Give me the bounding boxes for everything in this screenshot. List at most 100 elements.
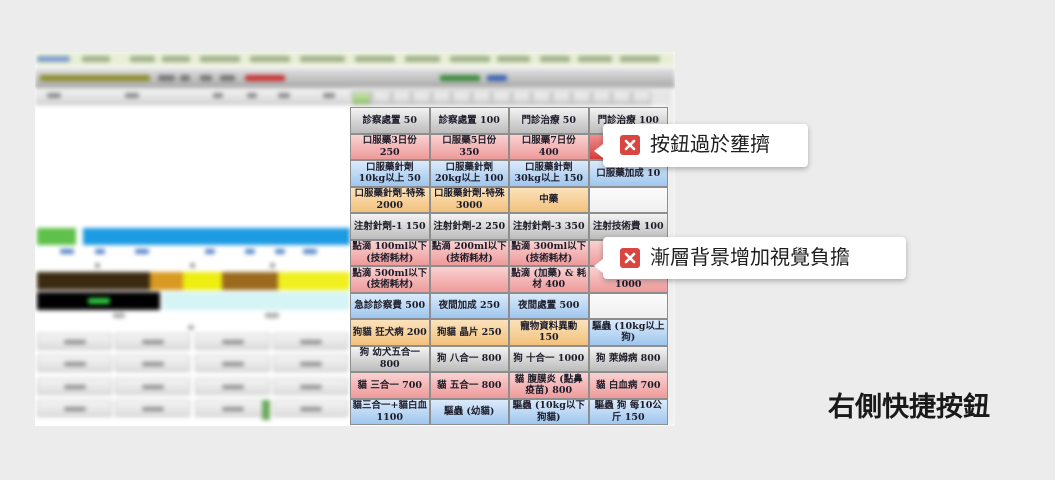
quick-button[interactable]: 診察處置 100 bbox=[429, 107, 509, 134]
tab[interactable] bbox=[532, 91, 551, 105]
quick-button[interactable]: 驅蟲 狗 每10公斤 150 bbox=[588, 398, 668, 425]
quick-button[interactable]: 中藥 bbox=[509, 186, 589, 213]
tab[interactable] bbox=[372, 91, 391, 105]
menu-bar[interactable] bbox=[35, 52, 675, 66]
info-panel bbox=[163, 292, 350, 310]
tab[interactable] bbox=[612, 91, 631, 105]
tab[interactable] bbox=[352, 91, 371, 105]
quick-button[interactable]: 口服藥5日份 350 bbox=[429, 133, 509, 160]
quick-button[interactable]: 驅蟲 (10kg以下狗貓) bbox=[509, 398, 589, 425]
tab[interactable] bbox=[412, 91, 431, 105]
label bbox=[275, 249, 285, 254]
tab[interactable] bbox=[452, 91, 471, 105]
function-button[interactable] bbox=[273, 400, 348, 417]
menu-item[interactable] bbox=[200, 56, 240, 62]
quick-button[interactable]: 注射針劑-3 350 bbox=[509, 213, 589, 240]
tab[interactable] bbox=[432, 91, 451, 105]
menu-item[interactable] bbox=[355, 56, 395, 62]
menu-item[interactable] bbox=[37, 56, 70, 62]
quick-button[interactable]: 注射針劑-1 150 bbox=[350, 213, 430, 240]
quick-button[interactable]: 狗貓 晶片 250 bbox=[429, 319, 509, 346]
green-action-button[interactable] bbox=[37, 228, 76, 245]
toolbar-icon[interactable] bbox=[487, 75, 507, 81]
quick-button[interactable]: 驅蟲 (幼貓) bbox=[429, 398, 509, 425]
quick-button[interactable]: 貓 三合一 700 bbox=[350, 372, 430, 399]
menu-item[interactable] bbox=[300, 56, 345, 62]
quick-button[interactable]: 口服藥針劑-特殊 3000 bbox=[429, 186, 509, 213]
quick-button[interactable]: 注射技術費 100 bbox=[588, 213, 668, 240]
quick-button[interactable]: 狗 八合一 800 bbox=[429, 345, 509, 372]
quick-button[interactable]: 寵物資料異動 150 bbox=[509, 319, 589, 346]
tab[interactable] bbox=[512, 91, 531, 105]
quick-button[interactable]: 狗貓 狂犬病 200 bbox=[350, 319, 430, 346]
function-button[interactable] bbox=[273, 333, 348, 350]
function-button[interactable] bbox=[37, 400, 112, 417]
tab[interactable] bbox=[572, 91, 591, 105]
quick-button[interactable] bbox=[588, 292, 668, 319]
quick-button[interactable]: 點滴 (加藥) & 耗材 400 bbox=[509, 266, 589, 293]
tab[interactable] bbox=[392, 91, 411, 105]
quick-button[interactable]: 貓 腹膜炎 (點鼻疫苗) 800 bbox=[509, 372, 589, 399]
function-button[interactable] bbox=[195, 378, 270, 395]
column-header bbox=[213, 93, 223, 98]
quick-button[interactable]: 口服藥7日份 400 bbox=[509, 133, 589, 160]
quick-button-label: 診察處置 50 bbox=[362, 114, 418, 126]
quick-button[interactable]: 夜間處置 500 bbox=[509, 292, 589, 319]
function-button[interactable] bbox=[115, 400, 190, 417]
quick-button[interactable]: 注射針劑-2 250 bbox=[429, 213, 509, 240]
quick-button[interactable]: 診察處置 50 bbox=[350, 107, 430, 134]
function-button[interactable] bbox=[195, 355, 270, 372]
quick-button[interactable] bbox=[429, 266, 509, 293]
function-button[interactable] bbox=[37, 378, 112, 395]
menu-item[interactable] bbox=[82, 56, 110, 62]
quick-button-label: 狗 萊姆病 800 bbox=[596, 353, 661, 364]
quick-button[interactable]: 口服藥針劑 20kg以上 100 bbox=[429, 160, 509, 187]
tab[interactable] bbox=[592, 91, 611, 105]
menu-item[interactable] bbox=[162, 56, 190, 62]
function-button[interactable] bbox=[273, 355, 348, 372]
tab[interactable] bbox=[632, 91, 651, 105]
quick-button[interactable] bbox=[588, 186, 668, 213]
quick-button[interactable]: 點滴 100ml以下(技術耗材) bbox=[350, 239, 430, 266]
tab[interactable] bbox=[552, 91, 571, 105]
menu-item[interactable] bbox=[405, 56, 440, 62]
quick-button[interactable]: 急診診察費 500 bbox=[350, 292, 430, 319]
quick-button[interactable]: 狗 十合一 1000 bbox=[509, 345, 589, 372]
quick-button[interactable]: 口服藥3日份 250 bbox=[350, 133, 430, 160]
quick-button[interactable]: 點滴 500ml以下(技術耗材) bbox=[350, 266, 430, 293]
menu-item[interactable] bbox=[620, 56, 660, 62]
function-button[interactable] bbox=[273, 378, 348, 395]
quick-button[interactable]: 口服藥針劑 30kg以上 150 bbox=[509, 160, 589, 187]
quick-button[interactable]: 貓三合一+貓白血 1100 bbox=[350, 398, 430, 425]
quick-button[interactable]: 狗 萊姆病 800 bbox=[588, 345, 668, 372]
quick-button[interactable]: 夜間加成 250 bbox=[429, 292, 509, 319]
menu-item[interactable] bbox=[578, 56, 612, 62]
function-button[interactable] bbox=[37, 355, 112, 372]
quick-button[interactable]: 門診治療 50 bbox=[509, 107, 589, 134]
quick-button[interactable]: 貓 五合一 800 bbox=[429, 372, 509, 399]
quick-button[interactable]: 驅蟲 (10kg以上狗) bbox=[588, 319, 668, 346]
menu-item[interactable] bbox=[250, 56, 290, 62]
tab[interactable] bbox=[492, 91, 511, 105]
menu-item[interactable] bbox=[540, 56, 570, 62]
menu-item[interactable] bbox=[130, 56, 155, 62]
tab[interactable] bbox=[472, 91, 491, 105]
quick-button[interactable]: 貓 白血病 700 bbox=[588, 372, 668, 399]
function-button[interactable] bbox=[195, 333, 270, 350]
quick-button[interactable]: 點滴 300ml以下(技術耗材) bbox=[509, 239, 589, 266]
function-button[interactable] bbox=[115, 333, 190, 350]
menu-item[interactable] bbox=[450, 56, 490, 62]
quick-button-label: 驅蟲 狗 每10公斤 150 bbox=[594, 400, 662, 423]
menu-item[interactable] bbox=[497, 56, 530, 62]
function-button[interactable] bbox=[195, 400, 270, 417]
quick-button[interactable]: 狗 幼犬五合一 800 bbox=[350, 345, 430, 372]
callout-text: 按鈕過於壅擠 bbox=[650, 134, 770, 156]
function-button[interactable] bbox=[115, 355, 190, 372]
function-button[interactable] bbox=[37, 333, 112, 350]
quick-button[interactable]: 點滴 200ml以下(技術耗材) bbox=[429, 239, 509, 266]
quick-button[interactable]: 口服藥針劑 10kg以上 50 bbox=[350, 160, 430, 187]
quick-button-label: 點滴 100ml以下(技術耗材) bbox=[352, 241, 428, 264]
quick-button[interactable]: 口服藥針劑-特殊 2000 bbox=[350, 186, 430, 213]
toolbar-text bbox=[245, 75, 285, 81]
function-button[interactable] bbox=[115, 378, 190, 395]
